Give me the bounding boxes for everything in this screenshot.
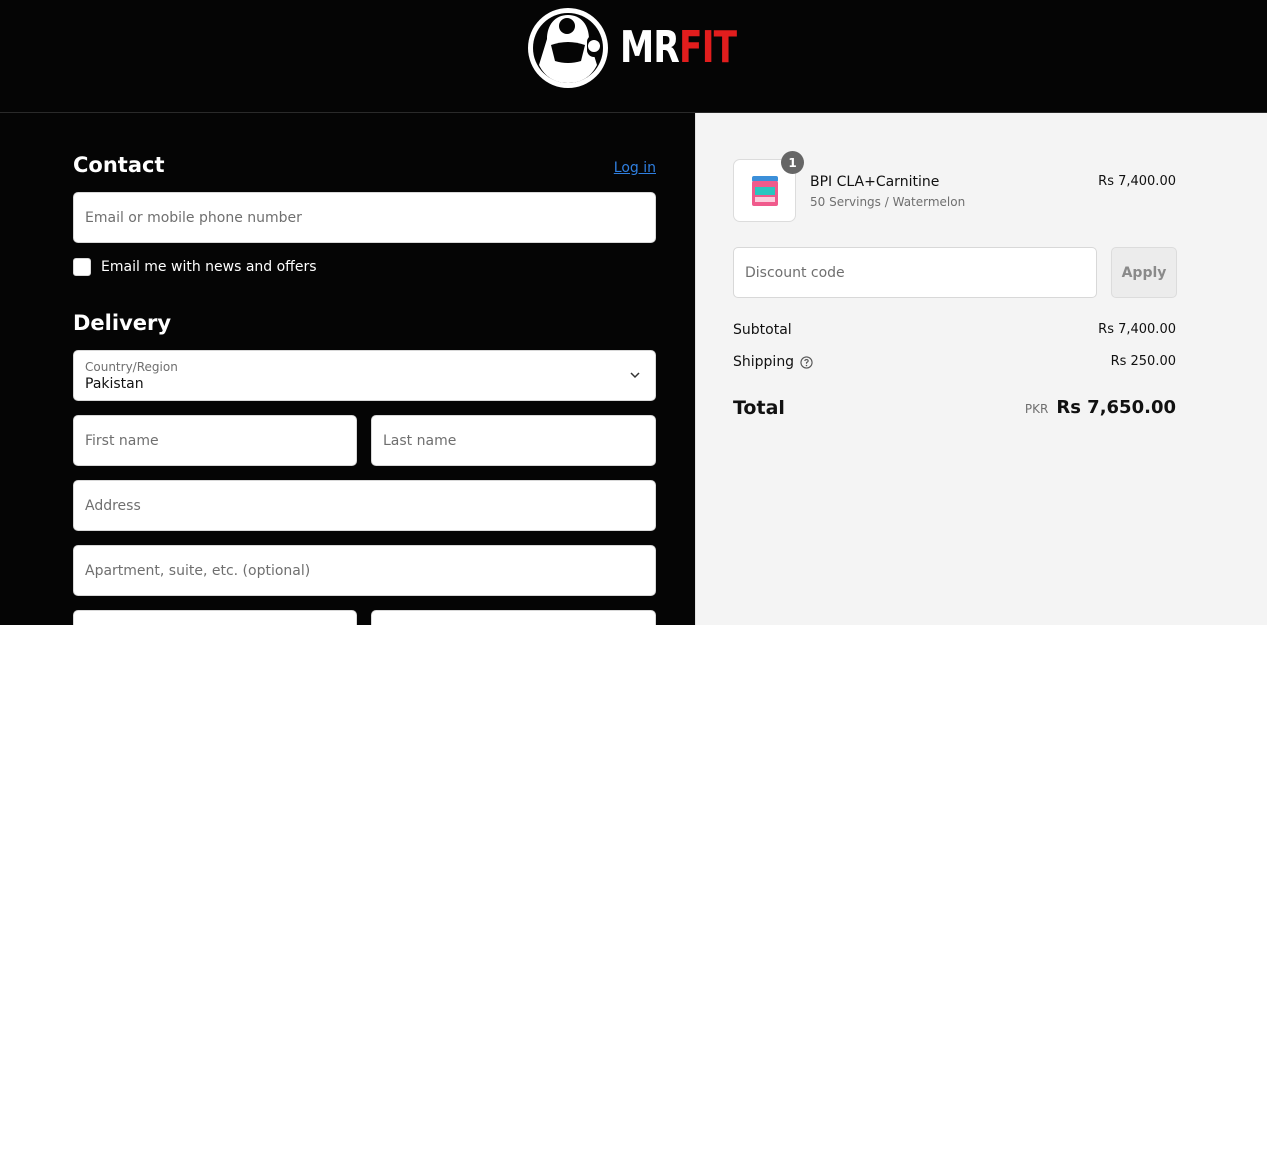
brand-mr: MR	[620, 22, 680, 73]
country-label: Country/Region	[85, 360, 178, 374]
address-field[interactable]	[74, 481, 655, 530]
subtotal-label: Subtotal	[733, 322, 792, 338]
shipping-label: Shipping	[733, 354, 795, 370]
delivery-title: Delivery	[73, 311, 172, 335]
product-price: Rs 7,400.00	[1098, 174, 1176, 189]
discount-code-field[interactable]	[734, 248, 1096, 297]
apartment-wrapper	[73, 545, 656, 596]
order-summary-panel: 1 BPI CLA+Carnitine 50 Servings / Waterm…	[695, 113, 1267, 625]
contact-title: Contact	[73, 153, 165, 177]
postal-code-field[interactable]	[371, 610, 656, 625]
apply-button[interactable]: Apply	[1111, 247, 1177, 298]
help-icon[interactable]	[800, 355, 813, 369]
last-name-wrapper	[371, 415, 656, 466]
address-wrapper	[73, 480, 656, 531]
country-value: Pakistan	[85, 376, 144, 392]
newsletter-option[interactable]: Email me with news and offers	[73, 258, 317, 276]
apartment-field[interactable]	[74, 546, 655, 595]
email-field[interactable]	[74, 193, 655, 242]
shipping-value: Rs 250.00	[1110, 354, 1176, 369]
login-link[interactable]: Log in	[614, 160, 656, 176]
brand-fit: FIT	[679, 22, 737, 73]
currency-code: PKR	[1024, 402, 1049, 416]
quantity-badge: 1	[781, 151, 804, 174]
product-variant: 50 Servings / Watermelon	[810, 195, 966, 209]
city-field[interactable]	[73, 610, 357, 625]
total-label: Total	[733, 397, 785, 419]
site-header: MRFIT	[0, 0, 1267, 113]
brand-logo[interactable]: MRFIT	[525, 5, 769, 91]
bodybuilder-emblem-icon	[528, 8, 608, 88]
newsletter-checkbox[interactable]	[73, 258, 91, 276]
discount-wrapper	[733, 247, 1097, 298]
total-value: Rs 7,650.00	[1056, 397, 1176, 418]
first-name-field[interactable]	[74, 416, 356, 465]
email-field-wrapper	[73, 192, 656, 243]
brand-wordmark: MRFIT	[620, 26, 737, 70]
product-name: BPI CLA+Carnitine	[810, 174, 940, 190]
total-amount: PKR Rs 7,650.00	[1025, 397, 1176, 418]
last-name-field[interactable]	[372, 416, 655, 465]
checkout-form-panel: Contact Log in Email me with news and of…	[0, 113, 695, 625]
chevron-down-icon	[630, 372, 640, 379]
subtotal-value: Rs 7,400.00	[1098, 322, 1176, 337]
newsletter-label: Email me with news and offers	[101, 259, 317, 275]
shipping-row-label: Shipping	[733, 354, 813, 370]
country-select[interactable]: Country/Region Pakistan	[73, 350, 656, 401]
first-name-wrapper	[73, 415, 357, 466]
